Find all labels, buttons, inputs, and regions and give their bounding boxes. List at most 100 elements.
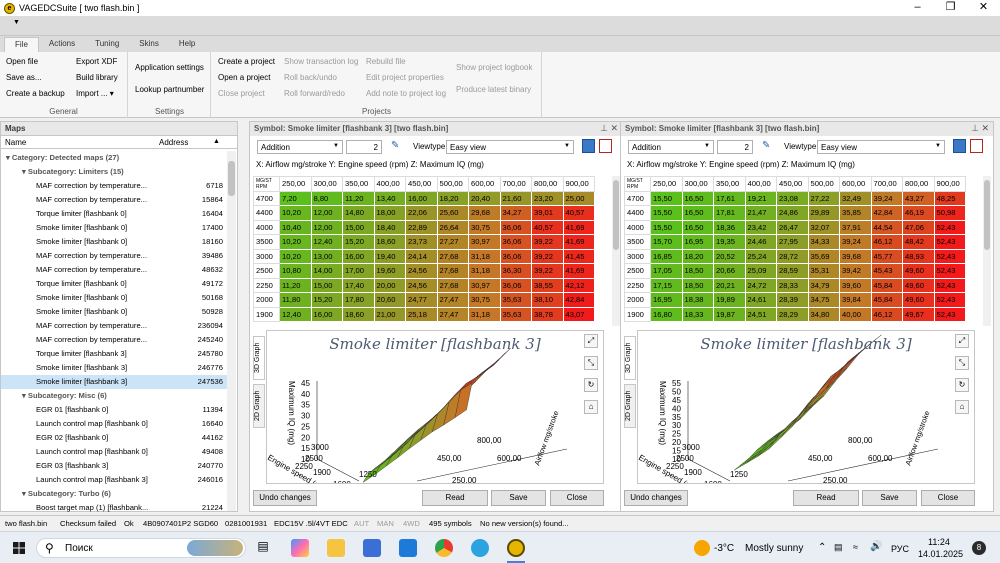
grid-cell[interactable]: 17,15 (650, 277, 683, 293)
grid-cell[interactable]: 11,80 (279, 292, 312, 308)
apply-wand-icon[interactable]: ✎ (762, 140, 770, 151)
grid-cell[interactable]: 21,47 (744, 205, 777, 221)
grid-cell[interactable]: 18,60 (342, 306, 375, 322)
grid-cell[interactable]: 45,84 (870, 292, 903, 308)
grid-cell[interactable]: 39,22 (531, 234, 564, 250)
grid-cell[interactable]: 34,75 (807, 292, 840, 308)
grid-cell[interactable]: 35,31 (807, 263, 840, 279)
rebuild-file-button[interactable]: Rebuild file (366, 57, 406, 66)
grid-cell[interactable]: 10,20 (279, 248, 312, 264)
map-row[interactable]: EGR 02 [flashbank 0] 44162 (1, 431, 227, 445)
tray-wifi-icon[interactable]: ≈ (853, 542, 858, 552)
grid-cell[interactable]: 19,87 (713, 306, 746, 322)
grid-cell[interactable]: 31,18 (468, 263, 501, 279)
export-xdf-button[interactable]: Export XDF (76, 57, 117, 66)
map-row[interactable]: Smoke limiter [flashbank 3] 247536 (1, 375, 227, 389)
grid-cell[interactable]: 13,40 (373, 190, 406, 206)
grid-cell[interactable]: 38,10 (531, 292, 564, 308)
grid-cell[interactable]: 12,00 (310, 219, 343, 235)
tab-3d-graph[interactable]: 3D Graph (253, 336, 265, 380)
column-address[interactable]: Address (159, 138, 188, 147)
grid-cell[interactable]: 24,77 (405, 292, 438, 308)
tab-2d-graph[interactable]: 2D Graph (253, 384, 265, 428)
show-project-logbook-button[interactable]: Show project logbook (456, 63, 533, 72)
grid-cell[interactable]: 25,09 (744, 263, 777, 279)
grid-cell[interactable]: 36,30 (499, 263, 532, 279)
grid-cell[interactable]: 25,00 (562, 190, 595, 206)
undo-changes-button[interactable]: Undo changes (253, 490, 317, 506)
grid-cell[interactable]: 52,43 (933, 234, 966, 250)
map-row[interactable]: MAF correction by temperature... 6718 (1, 179, 227, 193)
application-settings-button[interactable]: Application settings (135, 63, 204, 72)
vagedcsuite-taskbar-icon[interactable] (507, 539, 525, 557)
produce-latest-binary-button[interactable]: Produce latest binary (456, 85, 531, 94)
grid-cell[interactable]: 43,27 (902, 190, 935, 206)
grid-cell[interactable]: 39,24 (870, 190, 903, 206)
grid-cell[interactable]: 47,06 (902, 219, 935, 235)
grid-cell[interactable]: 28,39 (776, 292, 809, 308)
grid-cell[interactable]: 17,40 (342, 277, 375, 293)
grid-cell[interactable]: 10,20 (279, 234, 312, 250)
grid-cell[interactable]: 39,68 (839, 248, 872, 264)
grid-cell[interactable]: 12,00 (310, 205, 343, 221)
create-backup-button[interactable]: Create a backup (6, 89, 65, 98)
map-row[interactable]: MAF correction by temperature... 245240 (1, 333, 227, 347)
notification-badge[interactable]: 8 (972, 541, 986, 555)
grid-cell[interactable]: 49,67 (902, 306, 935, 322)
grid-cell[interactable]: 36,06 (499, 234, 532, 250)
copy-icon[interactable] (953, 139, 966, 153)
grid-cell[interactable]: 12,40 (310, 234, 343, 250)
grid-cell[interactable]: 48,25 (933, 190, 966, 206)
edit-project-properties-button[interactable]: Edit project properties (366, 73, 444, 82)
tab-actions[interactable]: Actions (39, 37, 85, 52)
grid-cell[interactable]: 10,20 (279, 205, 312, 221)
grid-cell[interactable]: 43,07 (562, 306, 595, 322)
grid-cell[interactable]: 45,43 (870, 263, 903, 279)
grid-cell[interactable]: 28,33 (776, 277, 809, 293)
close-project-button[interactable]: Close project (218, 89, 265, 98)
grid-cell[interactable]: 19,21 (744, 190, 777, 206)
grid-cell[interactable]: 23,42 (744, 219, 777, 235)
grid-cell[interactable]: 16,50 (681, 219, 714, 235)
grid-cell[interactable]: 7,20 (279, 190, 312, 206)
grid-cell[interactable]: 15,20 (342, 234, 375, 250)
grid-cell[interactable]: 18,50 (681, 277, 714, 293)
surface-plot[interactable]: 55504540353025201510Maximum IQ (mg)30002… (637, 331, 974, 496)
grid-cell[interactable]: 34,80 (807, 306, 840, 322)
grid-cell[interactable]: 36,06 (499, 248, 532, 264)
grid-cell[interactable]: 31,18 (468, 248, 501, 264)
grid-cell[interactable]: 41,69 (562, 263, 595, 279)
grid-cell[interactable]: 19,35 (713, 234, 746, 250)
zoom-out-icon[interactable]: ⤡ (955, 356, 969, 370)
grid-cell[interactable]: 17,80 (342, 292, 375, 308)
grid-cell[interactable]: 32,07 (807, 219, 840, 235)
grid-cell[interactable]: 13,00 (310, 248, 343, 264)
grid-cell[interactable]: 34,79 (807, 277, 840, 293)
grid-cell[interactable]: 52,43 (933, 277, 966, 293)
grid-cell[interactable]: 28,59 (776, 263, 809, 279)
grid-cell[interactable]: 16,00 (310, 306, 343, 322)
roll-forward-button[interactable]: Roll forward/redo (284, 89, 345, 98)
grid-cell[interactable]: 46,12 (870, 234, 903, 250)
map-subcategory[interactable]: ▾ Subcategory: Limiters (15) (1, 165, 227, 179)
grid-cell[interactable]: 44,54 (870, 219, 903, 235)
lookup-partnumber-button[interactable]: Lookup partnumber (135, 85, 204, 94)
grid-cell[interactable]: 27,47 (436, 306, 469, 322)
grid-cell[interactable]: 24,61 (744, 292, 777, 308)
grid-cell[interactable]: 49,60 (902, 292, 935, 308)
grid-cell[interactable]: 20,60 (373, 292, 406, 308)
grid-cell[interactable]: 52,43 (933, 306, 966, 322)
grid-cell[interactable]: 15,00 (310, 277, 343, 293)
map-row[interactable]: Smoke limiter [flashbank 0] 17400 (1, 221, 227, 235)
map-row[interactable]: EGR 01 [flashbank 0] 11394 (1, 403, 227, 417)
grid-cell[interactable]: 27,22 (807, 190, 840, 206)
windows-start-icon[interactable] (13, 542, 25, 554)
chrome-icon[interactable] (435, 539, 453, 557)
grid-cell[interactable]: 48,93 (902, 248, 935, 264)
mail-icon[interactable] (399, 539, 417, 557)
column-name[interactable]: Name (5, 138, 26, 147)
tray-date[interactable]: 14.01.2025 (918, 549, 963, 559)
grid-cell[interactable]: 18,38 (681, 292, 714, 308)
save-button[interactable]: Save (862, 490, 917, 506)
grid-cell[interactable]: 24,56 (405, 263, 438, 279)
